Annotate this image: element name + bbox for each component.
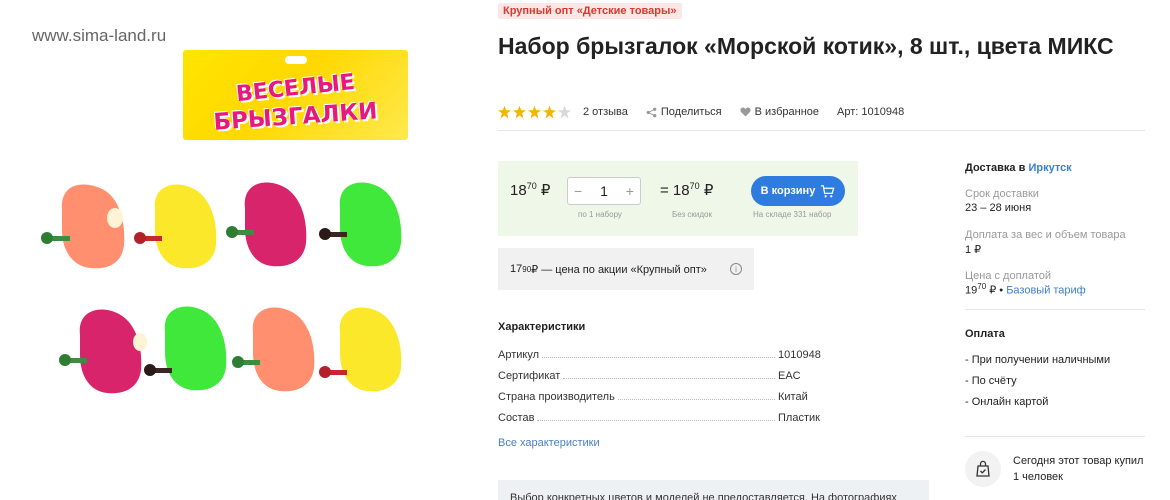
currency-sign: ₽ [540, 182, 551, 199]
toy-magenta-1 [226, 182, 307, 267]
payment-option: - Онлайн картой [965, 396, 1049, 408]
characteristic-key: Страна производитель [498, 391, 615, 403]
price-with-surcharge-int: 19 [965, 284, 978, 297]
divider [965, 309, 1145, 310]
article-label: Арт: 1010948 [837, 106, 905, 118]
quantity-value[interactable]: 1 [600, 183, 608, 199]
reviews-label: 2 отзыва [583, 106, 628, 118]
toy-yellow-1 [134, 184, 217, 269]
all-characteristics-link[interactable]: Все характеристики [498, 437, 600, 449]
unit-price: 1870 ₽ [510, 181, 550, 199]
bought-today-line1: Сегодня этот товар купил [1013, 455, 1144, 467]
toy-yellow-2 [319, 307, 402, 392]
toy-magenta-2 [59, 309, 147, 394]
characteristic-row: Сертификат EAC [498, 368, 858, 382]
star-icon [498, 105, 511, 119]
product-title: Набор брызгалок «Морской котик», 8 шт., … [498, 33, 1114, 59]
currency-sign: ₽ [703, 182, 714, 199]
characteristics-title: Характеристики [498, 321, 586, 333]
info-icon[interactable]: i [730, 263, 742, 275]
reviews-link[interactable]: 2 отзыва [583, 106, 628, 118]
article-number: Арт: 1010948 [837, 106, 904, 118]
color-notice: Выбор конкретных цветов и моделей не пре… [498, 480, 929, 500]
price-with-surcharge-suffix: ₽ • [986, 284, 1004, 297]
wholesale-badge[interactable]: Крупный опт «Детские товары» [498, 3, 682, 19]
characteristic-key: Состав [498, 412, 535, 424]
cart-icon [821, 184, 835, 197]
per-set-label: по 1 набору [578, 210, 622, 219]
product-image[interactable]: www.sima-land.ru ВЕСЕЛЫЕ БРЫЗГАЛКИ [0, 0, 480, 500]
heart-icon [740, 107, 751, 117]
toy-green-1 [319, 182, 402, 267]
delivery-term-label: Срок доставки [965, 188, 1039, 200]
dotted-leader [563, 378, 775, 379]
share-label: Поделиться [660, 106, 722, 118]
star-icon [543, 105, 556, 119]
characteristic-row: Страна производитель Китай [498, 389, 858, 403]
favorite-label: В избранное [754, 106, 820, 118]
divider [965, 436, 1145, 437]
promo-price: 17 90 ₽ — цена по акции «Крупный опт» i [498, 248, 754, 290]
rating-stars[interactable] [498, 105, 571, 119]
dotted-leader [617, 399, 775, 400]
tariff-link[interactable]: Базовый тариф [1006, 285, 1086, 297]
bought-today-line2: 1 человек [1013, 471, 1063, 483]
package-card: ВЕСЕЛЫЕ БРЫЗГАЛКИ [183, 50, 408, 140]
add-to-cart-label: В корзину [760, 185, 816, 197]
toy-orange-2 [232, 307, 315, 392]
discount-label: Без скидок [672, 210, 712, 219]
price-with-surcharge-label: Цена с доплатой [965, 270, 1052, 282]
star-icon [528, 105, 541, 119]
promo-price-int: 17 [510, 263, 523, 275]
characteristic-key: Артикул [498, 349, 540, 361]
characteristic-row: Состав Пластик [498, 410, 858, 424]
promo-price-frac: 90 [522, 264, 532, 274]
total-price-frac: 70 [689, 181, 700, 191]
favorite-button[interactable]: В избранное [740, 106, 819, 118]
add-to-cart-button[interactable]: В корзину [751, 176, 845, 206]
payment-title: Оплата [965, 328, 1005, 340]
price-with-surcharge-value: 1970 ₽ • Базовый тариф [965, 282, 1086, 297]
characteristic-row: Артикул 1010948 [498, 347, 858, 361]
characteristic-value: EAC [778, 370, 801, 382]
dotted-leader [537, 420, 775, 421]
star-icon [513, 105, 526, 119]
payment-option: - При получении наличными [965, 354, 1111, 366]
promo-text: ₽ — цена по акции «Крупный опт» [531, 263, 707, 276]
dotted-leader [542, 357, 775, 358]
share-icon [646, 107, 657, 117]
delivery-title: Доставка в Иркутск [965, 162, 1072, 174]
characteristic-value: Пластик [778, 412, 820, 424]
stock-label: На складе 331 набор [753, 210, 832, 219]
product-meta: 2 отзыва Поделиться В избранное Арт: 101… [498, 104, 922, 120]
characteristic-value: 1010948 [778, 349, 821, 361]
watermark: www.sima-land.ru [32, 26, 167, 45]
surcharge-label: Доплата за вес и объем товара [965, 229, 1126, 241]
delivery-city-link[interactable]: Иркутск [1028, 162, 1071, 174]
unit-price-frac: 70 [526, 181, 537, 191]
buy-box: 1870 ₽ − 1 + = 1870 ₽ В корзину по 1 наб… [498, 161, 858, 236]
quantity-minus-button[interactable]: − [574, 183, 582, 199]
unit-price-int: 18 [510, 182, 527, 199]
quantity-stepper[interactable]: − 1 + [567, 177, 641, 205]
divider [498, 130, 1145, 131]
shopping-bag-icon [965, 451, 1001, 487]
delivery-title-label: Доставка в [965, 162, 1026, 174]
characteristic-value: Китай [778, 391, 808, 403]
total-price-int: = 18 [660, 182, 690, 199]
price-with-surcharge-frac: 70 [977, 282, 987, 291]
characteristic-key: Сертификат [498, 370, 561, 382]
total-price: = 1870 ₽ [660, 181, 713, 199]
surcharge-value: 1 ₽ [965, 244, 982, 256]
star-empty-icon [558, 105, 571, 119]
quantity-plus-button[interactable]: + [626, 183, 634, 199]
payment-option: - По счёту [965, 375, 1017, 387]
toy-green-2 [144, 306, 227, 391]
share-button[interactable]: Поделиться [646, 106, 722, 118]
package-hanger-hole [285, 56, 307, 64]
delivery-term-value: 23 – 28 июня [965, 202, 1032, 214]
toy-orange-1 [41, 184, 125, 269]
bought-today-text: Сегодня этот товар купил 1 человек [1013, 453, 1153, 485]
